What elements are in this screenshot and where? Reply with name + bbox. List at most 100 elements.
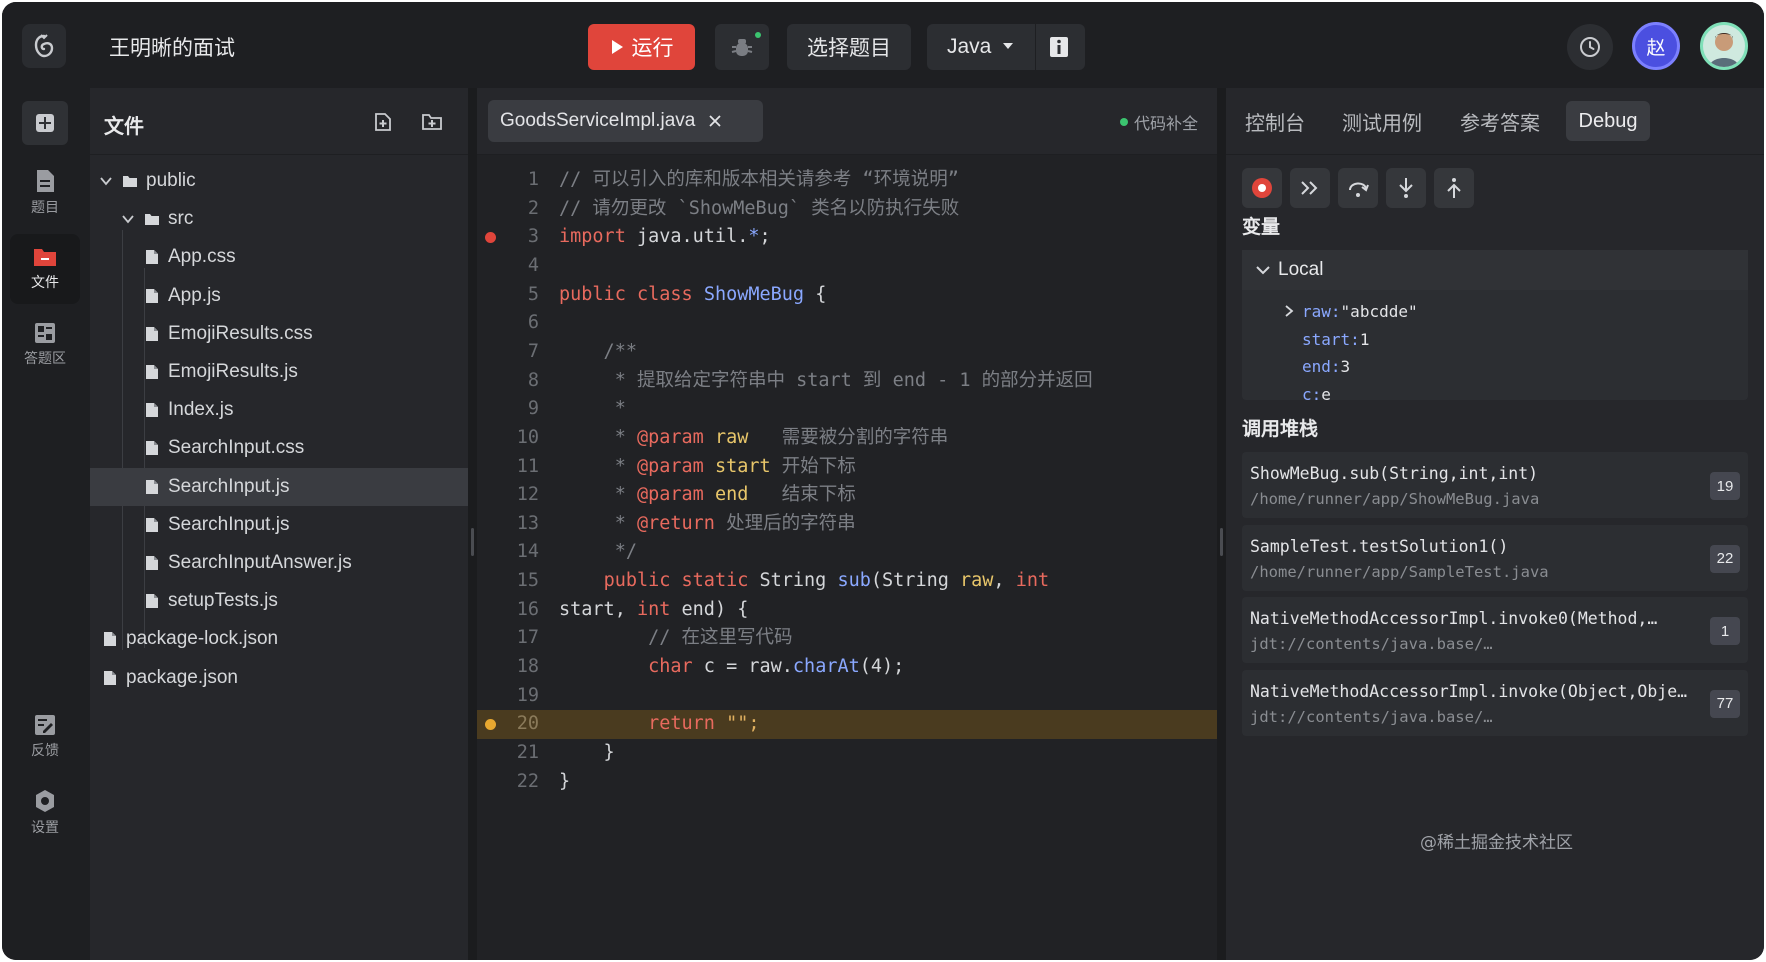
user-avatar-photo[interactable] <box>1700 22 1748 70</box>
file-icon <box>146 441 158 456</box>
code-line[interactable]: 11 * @param start 开始下标 <box>477 453 1217 482</box>
code-line[interactable]: 3 import java.util.*; <box>477 223 1217 252</box>
line-number: 3 <box>527 226 539 248</box>
select-problem-button[interactable]: 选择题目 <box>787 24 911 70</box>
breakpoint-marker[interactable] <box>485 232 496 244</box>
code-line[interactable]: 4 <box>477 252 1217 281</box>
tree-item-label: EmojiResults.js <box>168 361 298 382</box>
language-value: Java <box>947 35 992 58</box>
step-into-button[interactable] <box>1386 168 1426 208</box>
code-line[interactable]: 20 return ""; <box>477 710 1217 739</box>
debug-bug-button[interactable] <box>715 24 769 70</box>
code-line[interactable]: 5 public class ShowMeBug { <box>477 281 1217 310</box>
info-icon[interactable] <box>1049 36 1069 58</box>
code-line[interactable]: 6 <box>477 309 1217 338</box>
code-line[interactable]: 13 * @return 处理后的字符串 <box>477 510 1217 539</box>
code-line[interactable]: 9 * <box>477 395 1217 424</box>
scope-label: Local <box>1278 259 1324 280</box>
stop-debug-button[interactable] <box>1242 168 1282 208</box>
tree-file[interactable]: setupTests.js <box>90 582 468 620</box>
scope-local[interactable]: Local <box>1242 250 1748 290</box>
document-icon <box>37 170 54 192</box>
tree-file[interactable]: package-lock.json <box>90 620 468 658</box>
code-line[interactable]: 18 char c = raw.charAt(4); <box>477 653 1217 682</box>
tree-file[interactable]: SearchInput.js <box>90 467 468 506</box>
tab-test-cases[interactable]: 测试用例 <box>1330 101 1434 141</box>
run-button[interactable]: 运行 <box>588 24 695 70</box>
chevron-right-icon[interactable] <box>1284 305 1294 317</box>
tree-folder[interactable]: public <box>90 162 468 200</box>
variable-name: end <box>1302 357 1331 376</box>
code-line[interactable]: 10 * @param raw 需要被分割的字符串 <box>477 424 1217 453</box>
history-button[interactable] <box>1567 24 1613 70</box>
variable-row[interactable]: raw:"abcdde" <box>1285 302 1418 321</box>
code-line[interactable]: 19 <box>477 682 1217 711</box>
code-line[interactable]: 16 start, int end) { <box>477 596 1217 625</box>
step-out-button[interactable] <box>1434 168 1474 208</box>
edit-icon <box>35 715 55 735</box>
callstack-frame[interactable]: NativeMethodAccessorImpl.invoke(Object,O… <box>1242 669 1748 736</box>
rail-item-problem[interactable]: 题目 <box>10 158 80 228</box>
code-line[interactable]: 15 public static String sub(String raw, … <box>477 567 1217 596</box>
add-button[interactable] <box>22 101 68 145</box>
frame-path: jdt://contents/java.base/… <box>1250 707 1493 726</box>
code-line[interactable]: 8 * 提取给定字符串中 start 到 end - 1 的部分并返回 <box>477 367 1217 396</box>
tree-file[interactable]: Index.js <box>90 391 468 429</box>
callstack-frame[interactable]: SampleTest.testSolution1() /home/runner/a… <box>1242 524 1748 591</box>
code-area[interactable]: 1 // 可以引入的库和版本相关请参考 “环境说明” 2 // 请勿更改 `ShowM… <box>477 88 1217 960</box>
tree-file[interactable]: SearchInput.css <box>90 429 468 467</box>
tree-file[interactable]: package.json <box>90 659 468 697</box>
rail-item-feedback-label: 反馈 <box>31 742 59 758</box>
language-select[interactable]: Java <box>927 24 1085 70</box>
tree-file[interactable]: App.css <box>90 238 468 276</box>
code-line[interactable]: 22} <box>477 768 1217 797</box>
folder-icon <box>34 249 56 266</box>
continue-button[interactable] <box>1290 168 1330 208</box>
step-over-button[interactable] <box>1338 168 1378 208</box>
tree-file[interactable]: SearchInput.js <box>90 506 468 544</box>
callstack-frame[interactable]: NativeMethodAccessorImpl.invoke0(Method,… <box>1242 597 1748 663</box>
tree-file[interactable]: EmojiResults.css <box>90 315 468 353</box>
panel-splitter[interactable] <box>1217 88 1226 960</box>
line-code: * 提取给定字符串中 start 到 end - 1 的部分并返回 <box>559 369 1093 391</box>
tree-file[interactable]: SearchInputAnswer.js <box>90 544 468 582</box>
chevron-down-icon[interactable] <box>122 213 134 225</box>
rail-item-feedback[interactable]: 反馈 <box>10 702 80 772</box>
tree-file[interactable]: App.js <box>90 277 468 315</box>
code-line[interactable]: 7 /** <box>477 338 1217 367</box>
callstack-title: 调用堆栈 <box>1242 419 1319 440</box>
chevron-down-icon[interactable] <box>100 175 112 187</box>
line-number: 8 <box>527 369 539 391</box>
breakpoint-marker[interactable] <box>485 719 496 731</box>
code-line[interactable]: 1 // 可以引入的库和版本相关请参考 “环境说明” <box>477 166 1217 195</box>
code-line[interactable]: 21 } <box>477 739 1217 768</box>
tab-reference-answer[interactable]: 参考答案 <box>1448 101 1552 141</box>
interview-title: 王明晰的面试 <box>109 37 235 60</box>
variable-value: 3 <box>1340 357 1351 376</box>
variable-name: c <box>1302 384 1312 404</box>
frame-path: jdt://contents/java.base/… <box>1250 635 1493 653</box>
rail-item-answer-area[interactable]: 答题区 <box>10 310 80 380</box>
tree-folder[interactable]: src <box>90 200 468 238</box>
code-line[interactable]: 17 // 在这里写代码 <box>477 624 1217 653</box>
rail-item-settings[interactable]: 设置 <box>10 778 80 848</box>
tab-debug[interactable]: Debug <box>1566 101 1650 141</box>
tab-console[interactable]: 控制台 <box>1232 101 1318 141</box>
panel-splitter[interactable] <box>468 88 477 960</box>
rail-item-files[interactable]: 文件 <box>10 234 80 304</box>
autocomplete-status[interactable]: 代码补全 <box>1120 110 1198 134</box>
app-logo[interactable] <box>22 24 66 68</box>
folder-icon <box>123 176 137 187</box>
line-number: 13 <box>516 512 539 534</box>
line-number: 22 <box>516 770 539 792</box>
callstack-frame[interactable]: ShowMeBug.sub(String,int,int) /home/runne… <box>1242 452 1748 518</box>
line-number: 19 <box>516 684 539 706</box>
right-panel-tabs: 控制台 测试用例 参考答案 Debug <box>1226 88 1764 155</box>
line-code: public static String sub(String raw, int <box>603 570 1050 592</box>
code-line[interactable]: 12 * @param end 结束下标 <box>477 481 1217 510</box>
user-avatar-initial[interactable]: 赵 <box>1632 22 1680 70</box>
code-line[interactable]: 2 // 请勿更改 `ShowMeBug` 类名以防执行失败 <box>477 195 1217 224</box>
tree-file[interactable]: EmojiResults.js <box>90 353 468 391</box>
step-into-icon <box>1399 178 1413 198</box>
code-line[interactable]: 14 */ <box>477 538 1217 567</box>
